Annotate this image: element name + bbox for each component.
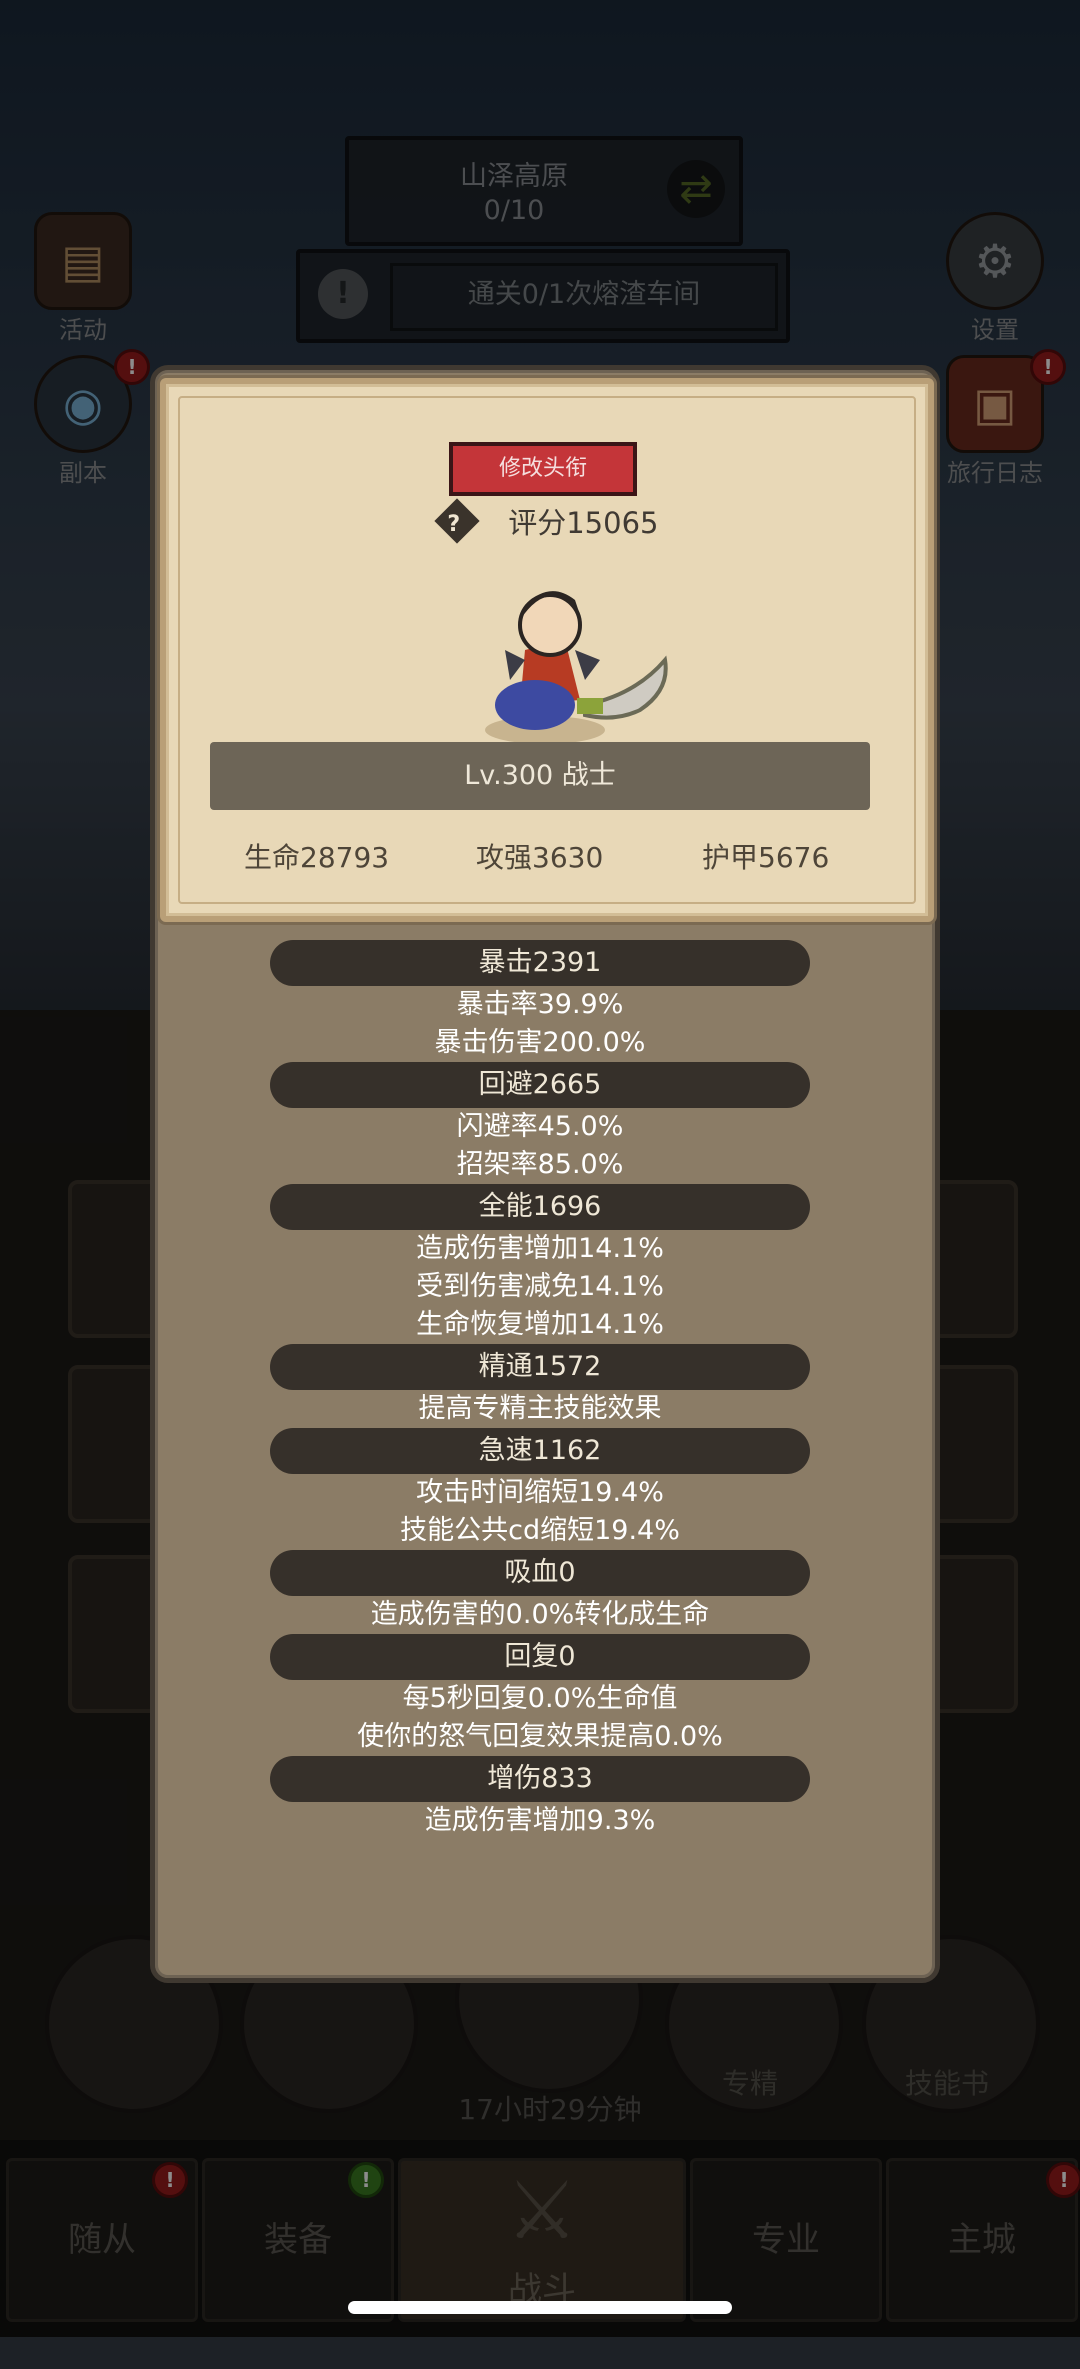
secondary-stats-list: 暴击2391 暴击率39.9% 暴击伤害200.0% 回避2665 闪避率45.…: [160, 940, 920, 1840]
stat-line: 每5秒回复0.0%生命值: [402, 1683, 678, 1714]
stat-line: 造成伤害增加14.1%: [416, 1233, 664, 1264]
armor-stat: 护甲5676: [702, 841, 830, 874]
stat-line: 技能公共cd缩短19.4%: [400, 1515, 680, 1546]
stat-header-haste: 急速1162: [270, 1428, 810, 1474]
level-class-bar: Lv.300 战士: [210, 742, 870, 810]
attack-stat: 攻强3630: [476, 841, 604, 874]
edit-title-button[interactable]: 修改头衔: [449, 442, 637, 496]
home-indicator[interactable]: [348, 2301, 732, 2314]
help-icon[interactable]: ?: [434, 498, 480, 544]
score-row: ? 评分15065: [434, 498, 659, 544]
stat-line: 生命恢复增加14.1%: [416, 1309, 664, 1340]
character-avatar: [485, 591, 668, 744]
stat-line: 暴击伤害200.0%: [434, 1027, 646, 1058]
stat-line: 造成伤害增加9.3%: [424, 1805, 656, 1836]
stat-header-recovery: 回复0: [270, 1634, 810, 1680]
hp-stat: 生命28793: [244, 841, 390, 874]
stat-line: 攻击时间缩短19.4%: [416, 1477, 664, 1508]
stat-header-mastery: 精通1572: [270, 1344, 810, 1390]
stat-header-avoidance: 回避2665: [270, 1062, 810, 1108]
stat-line: 使你的怒气回复效果提高0.0%: [357, 1721, 723, 1752]
stat-line: 招架率85.0%: [456, 1149, 624, 1180]
stat-header-leech: 吸血0: [270, 1550, 810, 1596]
stat-line: 闪避率45.0%: [456, 1111, 624, 1142]
stat-line: 暴击率39.9%: [456, 989, 624, 1020]
stat-line: 造成伤害的0.0%转化成生命: [370, 1599, 710, 1630]
stat-line: 提高专精主技能效果: [418, 1393, 662, 1424]
stat-header-damage-bonus: 增伤833: [270, 1756, 810, 1802]
score-value: 评分15065: [508, 506, 659, 540]
stat-header-versatility: 全能1696: [270, 1184, 810, 1230]
stat-header-crit: 暴击2391: [270, 940, 810, 986]
stat-line: 受到伤害减免14.1%: [416, 1271, 664, 1302]
